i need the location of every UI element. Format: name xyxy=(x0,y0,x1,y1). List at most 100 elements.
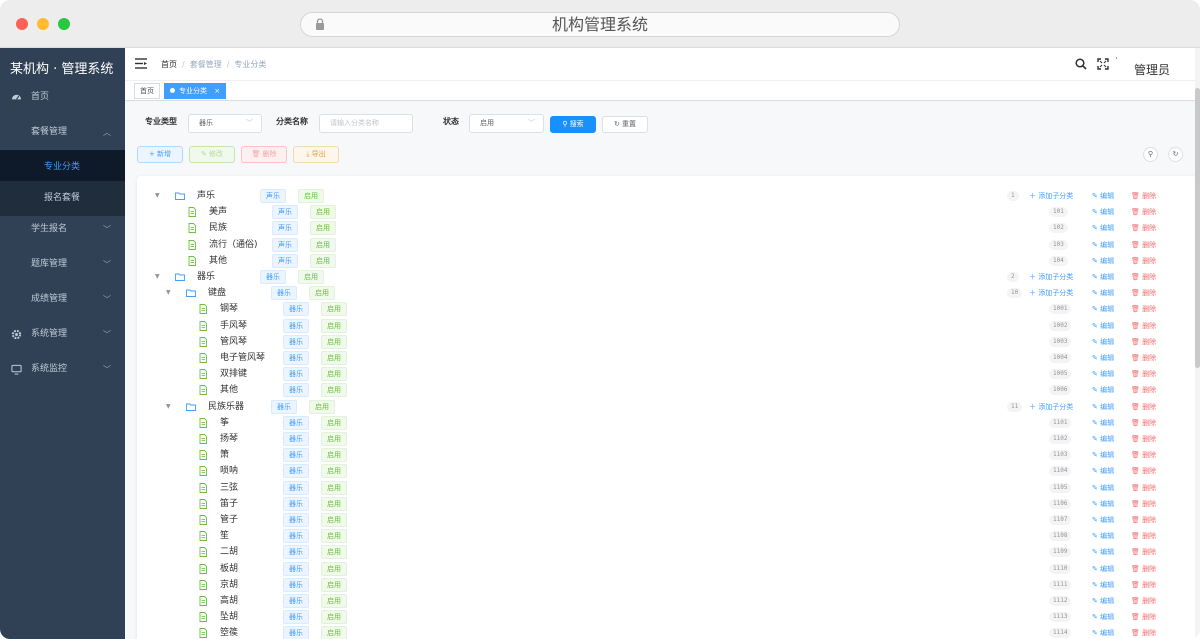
table-row[interactable]: ▼ 声乐 声乐 启用 1 ＋ 添加子分类 ✎ 编辑 🗑 删除 xyxy=(137,188,1197,204)
row-delete-button[interactable]: 🗑 删除 xyxy=(1131,318,1156,334)
table-row[interactable]: 笙 器乐 启用 1108 ✎ 编辑 🗑 删除 xyxy=(137,528,1197,544)
table-row[interactable]: 其他 器乐 启用 1006 ✎ 编辑 🗑 删除 xyxy=(137,382,1197,398)
row-edit-button[interactable]: ✎ 编辑 xyxy=(1092,382,1114,398)
row-delete-button[interactable]: 🗑 删除 xyxy=(1131,237,1156,253)
add-child-button[interactable]: ＋ 添加子分类 xyxy=(1029,399,1073,415)
table-row[interactable]: 笛子 器乐 启用 1106 ✎ 编辑 🗑 删除 xyxy=(137,496,1197,512)
expand-caret-icon[interactable]: ▼ xyxy=(155,188,160,204)
row-delete-button[interactable]: 🗑 删除 xyxy=(1131,512,1156,528)
row-edit-button[interactable]: ✎ 编辑 xyxy=(1092,334,1114,350)
table-row[interactable]: 坠胡 器乐 启用 1113 ✎ 编辑 🗑 删除 xyxy=(137,609,1197,625)
address-bar[interactable]: 机构管理系统 xyxy=(300,12,900,37)
scrollbar-thumb[interactable] xyxy=(1195,88,1200,368)
row-delete-button[interactable]: 🗑 删除 xyxy=(1131,577,1156,593)
tag-home[interactable]: 首页 xyxy=(134,83,160,99)
row-edit-button[interactable]: ✎ 编辑 xyxy=(1092,544,1114,560)
table-row[interactable]: 箫 器乐 启用 1103 ✎ 编辑 🗑 删除 xyxy=(137,447,1197,463)
row-delete-button[interactable]: 🗑 删除 xyxy=(1131,480,1156,496)
sidebar-item-question-bank[interactable]: 题库管理 ﹀ xyxy=(0,247,125,282)
row-edit-button[interactable]: ✎ 编辑 xyxy=(1092,253,1114,269)
row-edit-button[interactable]: ✎ 编辑 xyxy=(1092,415,1114,431)
search-button[interactable]: ⚲ 搜索 xyxy=(550,116,596,133)
row-delete-button[interactable]: 🗑 删除 xyxy=(1131,382,1156,398)
delete-button[interactable]: 🗑 删除 xyxy=(241,146,287,163)
table-row[interactable]: 手风琴 器乐 启用 1002 ✎ 编辑 🗑 删除 xyxy=(137,318,1197,334)
row-delete-button[interactable]: 🗑 删除 xyxy=(1131,496,1156,512)
status-select[interactable]: 启用 ﹀ xyxy=(469,114,544,133)
table-row[interactable]: 京胡 器乐 启用 1111 ✎ 编辑 🗑 删除 xyxy=(137,577,1197,593)
add-child-button[interactable]: ＋ 添加子分类 xyxy=(1029,188,1073,204)
breadcrumb-package[interactable]: 套餐管理 xyxy=(190,60,222,69)
expand-caret-icon[interactable]: ▼ xyxy=(155,269,160,285)
sidebar-item-major-category[interactable]: 专业分类 xyxy=(0,150,125,185)
close-window-dot[interactable] xyxy=(16,18,28,30)
row-delete-button[interactable]: 🗑 删除 xyxy=(1131,334,1156,350)
add-child-button[interactable]: ＋ 添加子分类 xyxy=(1029,285,1073,301)
row-edit-button[interactable]: ✎ 编辑 xyxy=(1092,577,1114,593)
edit-button[interactable]: ✎ 修改 xyxy=(189,146,235,163)
table-row[interactable]: 箜篌 器乐 启用 1114 ✎ 编辑 🗑 删除 xyxy=(137,625,1197,639)
reset-button[interactable]: ↻ 重置 xyxy=(602,116,648,133)
row-delete-button[interactable]: 🗑 删除 xyxy=(1131,399,1156,415)
close-icon[interactable]: × xyxy=(214,87,220,95)
row-edit-button[interactable]: ✎ 编辑 xyxy=(1092,480,1114,496)
row-edit-button[interactable]: ✎ 编辑 xyxy=(1092,269,1114,285)
row-delete-button[interactable]: 🗑 删除 xyxy=(1131,350,1156,366)
row-edit-button[interactable]: ✎ 编辑 xyxy=(1092,399,1114,415)
table-row[interactable]: 筝 器乐 启用 1101 ✎ 编辑 🗑 删除 xyxy=(137,415,1197,431)
sidebar-item-student-signup[interactable]: 学生报名 ﹀ xyxy=(0,212,125,247)
row-edit-button[interactable]: ✎ 编辑 xyxy=(1092,301,1114,317)
table-row[interactable]: 钢琴 器乐 启用 1001 ✎ 编辑 🗑 删除 xyxy=(137,301,1197,317)
row-delete-button[interactable]: 🗑 删除 xyxy=(1131,415,1156,431)
type-select[interactable]: 器乐 ﹀ xyxy=(188,114,262,133)
expand-caret-icon[interactable]: ▼ xyxy=(166,399,171,415)
row-delete-button[interactable]: 🗑 删除 xyxy=(1131,625,1156,639)
row-delete-button[interactable]: 🗑 删除 xyxy=(1131,285,1156,301)
table-row[interactable]: 其他 声乐 启用 104 ✎ 编辑 🗑 删除 xyxy=(137,253,1197,269)
table-row[interactable]: 双排键 器乐 启用 1005 ✎ 编辑 🗑 删除 xyxy=(137,366,1197,382)
row-edit-button[interactable]: ✎ 编辑 xyxy=(1092,431,1114,447)
toggle-search-button[interactable]: ⚲ xyxy=(1143,147,1158,162)
add-button[interactable]: + 新增 xyxy=(137,146,183,163)
row-edit-button[interactable]: ✎ 编辑 xyxy=(1092,496,1114,512)
tag-major-category[interactable]: 专业分类 × xyxy=(164,83,227,99)
row-delete-button[interactable]: 🗑 删除 xyxy=(1131,204,1156,220)
fullscreen-icon[interactable] xyxy=(1097,58,1109,70)
row-edit-button[interactable]: ✎ 编辑 xyxy=(1092,285,1114,301)
sidebar-item-system[interactable]: 系统管理 ﹀ xyxy=(0,317,125,352)
refresh-button[interactable]: ↻ xyxy=(1168,147,1183,162)
table-row[interactable]: 民族 声乐 启用 102 ✎ 编辑 🗑 删除 xyxy=(137,220,1197,236)
row-edit-button[interactable]: ✎ 编辑 xyxy=(1092,188,1114,204)
row-edit-button[interactable]: ✎ 编辑 xyxy=(1092,593,1114,609)
row-edit-button[interactable]: ✎ 编辑 xyxy=(1092,609,1114,625)
row-edit-button[interactable]: ✎ 编辑 xyxy=(1092,350,1114,366)
table-row[interactable]: 高胡 器乐 启用 1112 ✎ 编辑 🗑 删除 xyxy=(137,593,1197,609)
row-delete-button[interactable]: 🗑 删除 xyxy=(1131,544,1156,560)
row-delete-button[interactable]: 🗑 删除 xyxy=(1131,269,1156,285)
row-delete-button[interactable]: 🗑 删除 xyxy=(1131,528,1156,544)
table-row[interactable]: 电子管风琴 器乐 启用 1004 ✎ 编辑 🗑 删除 xyxy=(137,350,1197,366)
sidebar-item-scores[interactable]: 成绩管理 ﹀ xyxy=(0,282,125,317)
row-edit-button[interactable]: ✎ 编辑 xyxy=(1092,220,1114,236)
table-row[interactable]: 三弦 器乐 启用 1105 ✎ 编辑 🗑 删除 xyxy=(137,480,1197,496)
row-delete-button[interactable]: 🗑 删除 xyxy=(1131,220,1156,236)
row-edit-button[interactable]: ✎ 编辑 xyxy=(1092,512,1114,528)
page-scrollbar[interactable] xyxy=(1195,48,1200,639)
table-row[interactable]: ▼ 民族乐器 器乐 启用 11 ＋ 添加子分类 ✎ 编辑 🗑 删除 xyxy=(137,399,1197,415)
table-row[interactable]: ▼ 器乐 器乐 启用 2 ＋ 添加子分类 ✎ 编辑 🗑 删除 xyxy=(137,269,1197,285)
row-delete-button[interactable]: 🗑 删除 xyxy=(1131,609,1156,625)
row-delete-button[interactable]: 🗑 删除 xyxy=(1131,366,1156,382)
row-delete-button[interactable]: 🗑 删除 xyxy=(1131,253,1156,269)
row-delete-button[interactable]: 🗑 删除 xyxy=(1131,447,1156,463)
row-delete-button[interactable]: 🗑 删除 xyxy=(1131,301,1156,317)
expand-caret-icon[interactable]: ▼ xyxy=(166,285,171,301)
row-edit-button[interactable]: ✎ 编辑 xyxy=(1092,463,1114,479)
row-delete-button[interactable]: 🗑 删除 xyxy=(1131,561,1156,577)
table-row[interactable]: 管子 器乐 启用 1107 ✎ 编辑 🗑 删除 xyxy=(137,512,1197,528)
table-row[interactable]: 美声 声乐 启用 101 ✎ 编辑 🗑 删除 xyxy=(137,204,1197,220)
row-edit-button[interactable]: ✎ 编辑 xyxy=(1092,625,1114,639)
table-row[interactable]: 板胡 器乐 启用 1110 ✎ 编辑 🗑 删除 xyxy=(137,561,1197,577)
sidebar-item-signup-package[interactable]: 报名套餐 xyxy=(0,181,125,216)
row-delete-button[interactable]: 🗑 删除 xyxy=(1131,431,1156,447)
table-row[interactable]: ▼ 键盘 器乐 启用 10 ＋ 添加子分类 ✎ 编辑 🗑 删除 xyxy=(137,285,1197,301)
